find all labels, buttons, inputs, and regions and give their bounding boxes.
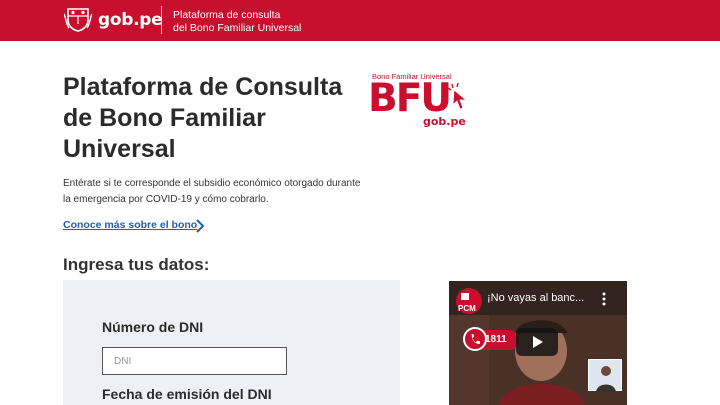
video-embed[interactable]: PCM ¡No vayas al banc... 1811 bbox=[449, 281, 627, 405]
form-heading: Ingresa tus datos: bbox=[63, 255, 210, 274]
phone-icon bbox=[463, 327, 487, 351]
chevron-right-icon[interactable] bbox=[194, 218, 206, 234]
play-icon bbox=[533, 336, 543, 348]
header-subtitle-line2: del Bono Familiar Universal bbox=[173, 21, 302, 34]
sign-language-interpreter bbox=[588, 359, 622, 392]
issue-date-label: Fecha de emisión del DNI bbox=[102, 386, 272, 402]
learn-more-link[interactable]: Conoce más sobre el bono bbox=[63, 219, 197, 231]
pcm-label: PCM bbox=[458, 304, 476, 313]
dni-label: Número de DNI bbox=[102, 319, 204, 335]
page-title: Plataforma de Consulta de Bono Familiar … bbox=[63, 73, 343, 163]
bfu-logo: Bono Familiar Universal BFU gob.pe bbox=[368, 72, 470, 130]
peru-coat-of-arms-icon[interactable] bbox=[64, 6, 92, 32]
top-header-bar: gob.pe Plataforma de consulta del Bono F… bbox=[0, 0, 720, 41]
video-title[interactable]: ¡No vayas al banc... bbox=[487, 292, 584, 304]
play-button[interactable] bbox=[516, 328, 558, 356]
header-subtitle: Plataforma de consulta del Bono Familiar… bbox=[173, 9, 301, 34]
header-divider bbox=[161, 6, 162, 34]
bfu-logo-site: gob.pe bbox=[423, 115, 466, 128]
cursor-click-icon bbox=[448, 82, 468, 110]
gob-pe-logo-text[interactable]: gob.pe bbox=[98, 10, 163, 30]
page-description: Entérate si te corresponde el subsidio e… bbox=[63, 178, 361, 205]
pcm-channel-badge: PCM bbox=[455, 287, 483, 315]
header-subtitle-line1: Plataforma de consulta bbox=[173, 9, 281, 21]
more-vert-icon[interactable] bbox=[601, 291, 607, 307]
dni-input[interactable] bbox=[102, 347, 287, 375]
sign-language-icon bbox=[596, 366, 616, 392]
